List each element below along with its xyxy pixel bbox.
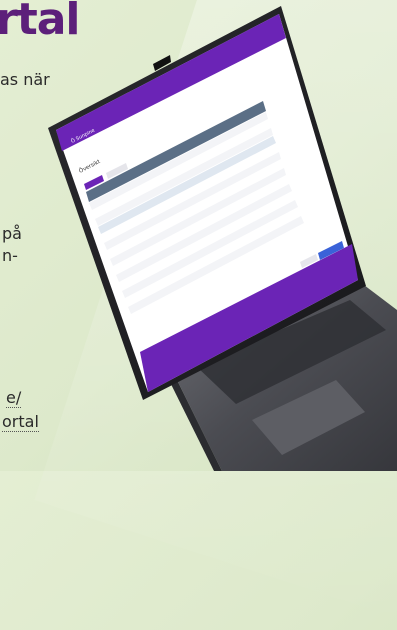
laptop-illustration: Ô Sunpine Översikt xyxy=(48,6,397,471)
